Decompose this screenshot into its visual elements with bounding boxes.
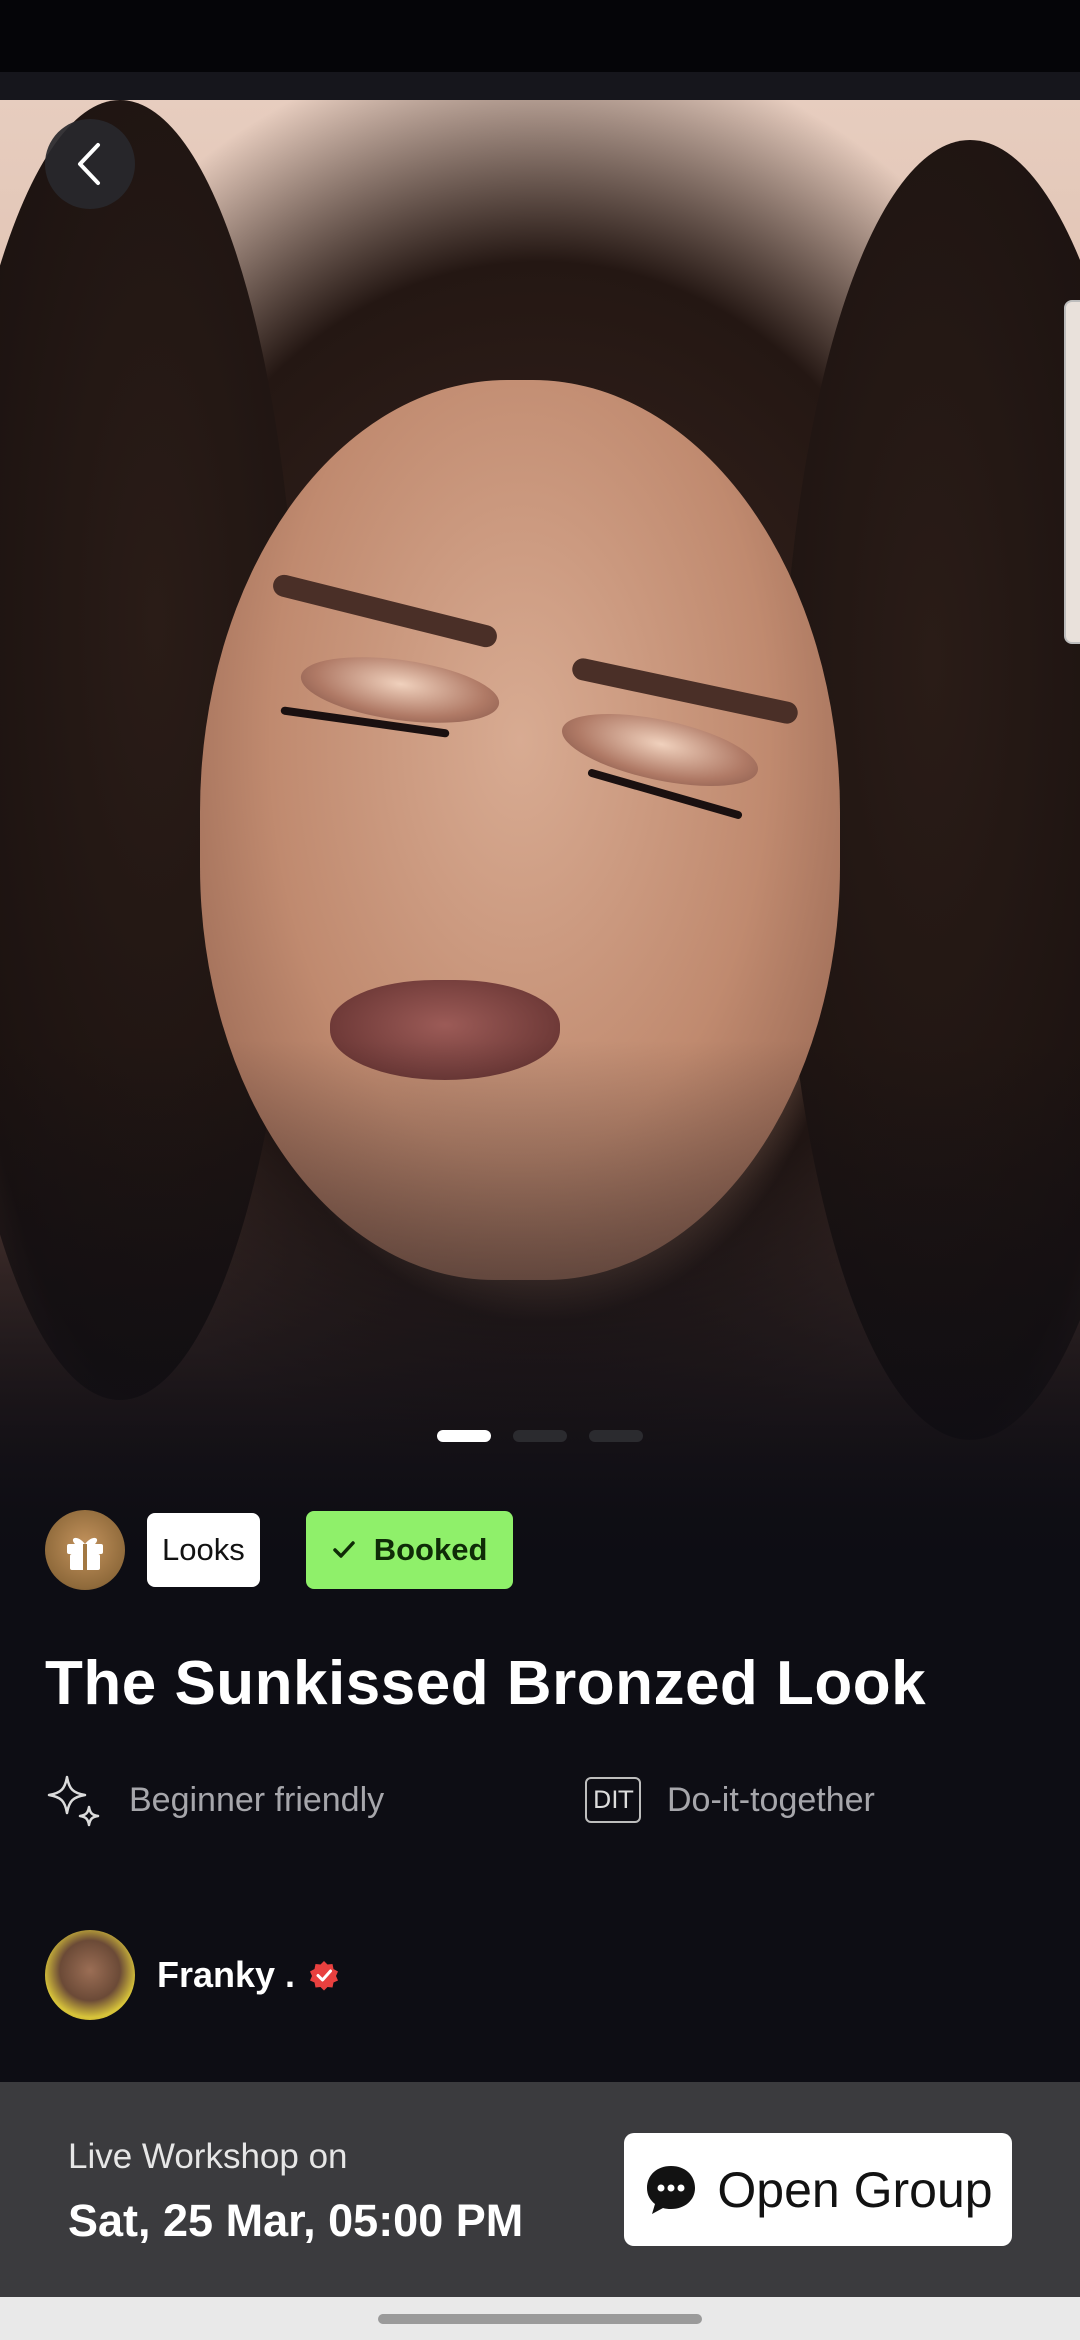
booked-status-badge: Booked — [305, 1511, 514, 1589]
carousel-dot[interactable] — [589, 1430, 643, 1442]
carousel-indicator — [0, 1430, 1080, 1442]
feature-beginner-label: Beginner friendly — [129, 1780, 385, 1819]
gift-icon[interactable] — [45, 1510, 125, 1590]
feature-dit: DIT Do-it-together — [585, 1770, 875, 1830]
dit-icon-label: DIT — [592, 1786, 634, 1814]
open-group-label: Open Group — [717, 2161, 993, 2218]
page-title: The Sunkissed Bronzed Look — [45, 1649, 927, 1718]
chat-bubble-glyph — [647, 2165, 696, 2214]
hero-fade — [0, 1040, 1080, 1560]
creator-row[interactable]: Franky . — [45, 1930, 341, 2020]
feature-beginner: Beginner friendly — [45, 1770, 384, 1830]
next-slide-peek[interactable] — [1064, 300, 1080, 644]
dit-icon: DIT — [585, 1777, 641, 1823]
carousel-dot-active[interactable] — [437, 1430, 491, 1442]
open-group-button[interactable]: Open Group — [624, 2133, 1012, 2246]
sparkle-icon — [47, 1775, 100, 1827]
booked-status-label: Booked — [373, 1532, 488, 1567]
verified-badge-glyph — [310, 1961, 339, 1991]
status-bar-strip — [0, 72, 1080, 102]
home-indicator[interactable] — [378, 2314, 702, 2324]
back-button[interactable] — [45, 119, 135, 209]
chevron-left-icon — [78, 143, 100, 185]
live-workshop-label: Live Workshop on — [68, 2137, 348, 2176]
verified-badge-icon — [307, 1958, 341, 1992]
status-bar — [0, 0, 1080, 102]
feature-dit-label: Do-it-together — [667, 1780, 875, 1819]
category-tag[interactable]: Looks — [147, 1513, 260, 1587]
category-tag-label: Looks — [162, 1532, 245, 1567]
tag-row: Looks Booked — [45, 1510, 514, 1590]
creator-name[interactable]: Franky . — [157, 1954, 295, 1996]
carousel-dot[interactable] — [513, 1430, 567, 1442]
hero-image[interactable] — [0, 100, 1080, 1560]
live-workshop-date: Sat, 25 Mar, 05:00 PM — [68, 2195, 524, 2246]
chat-bubble-icon — [643, 2162, 699, 2218]
avatar[interactable] — [45, 1930, 135, 2020]
check-icon — [332, 1541, 355, 1558]
feature-row: Beginner friendly DIT Do-it-together — [45, 1770, 1045, 1830]
gift-icon-glyph — [67, 1537, 103, 1570]
